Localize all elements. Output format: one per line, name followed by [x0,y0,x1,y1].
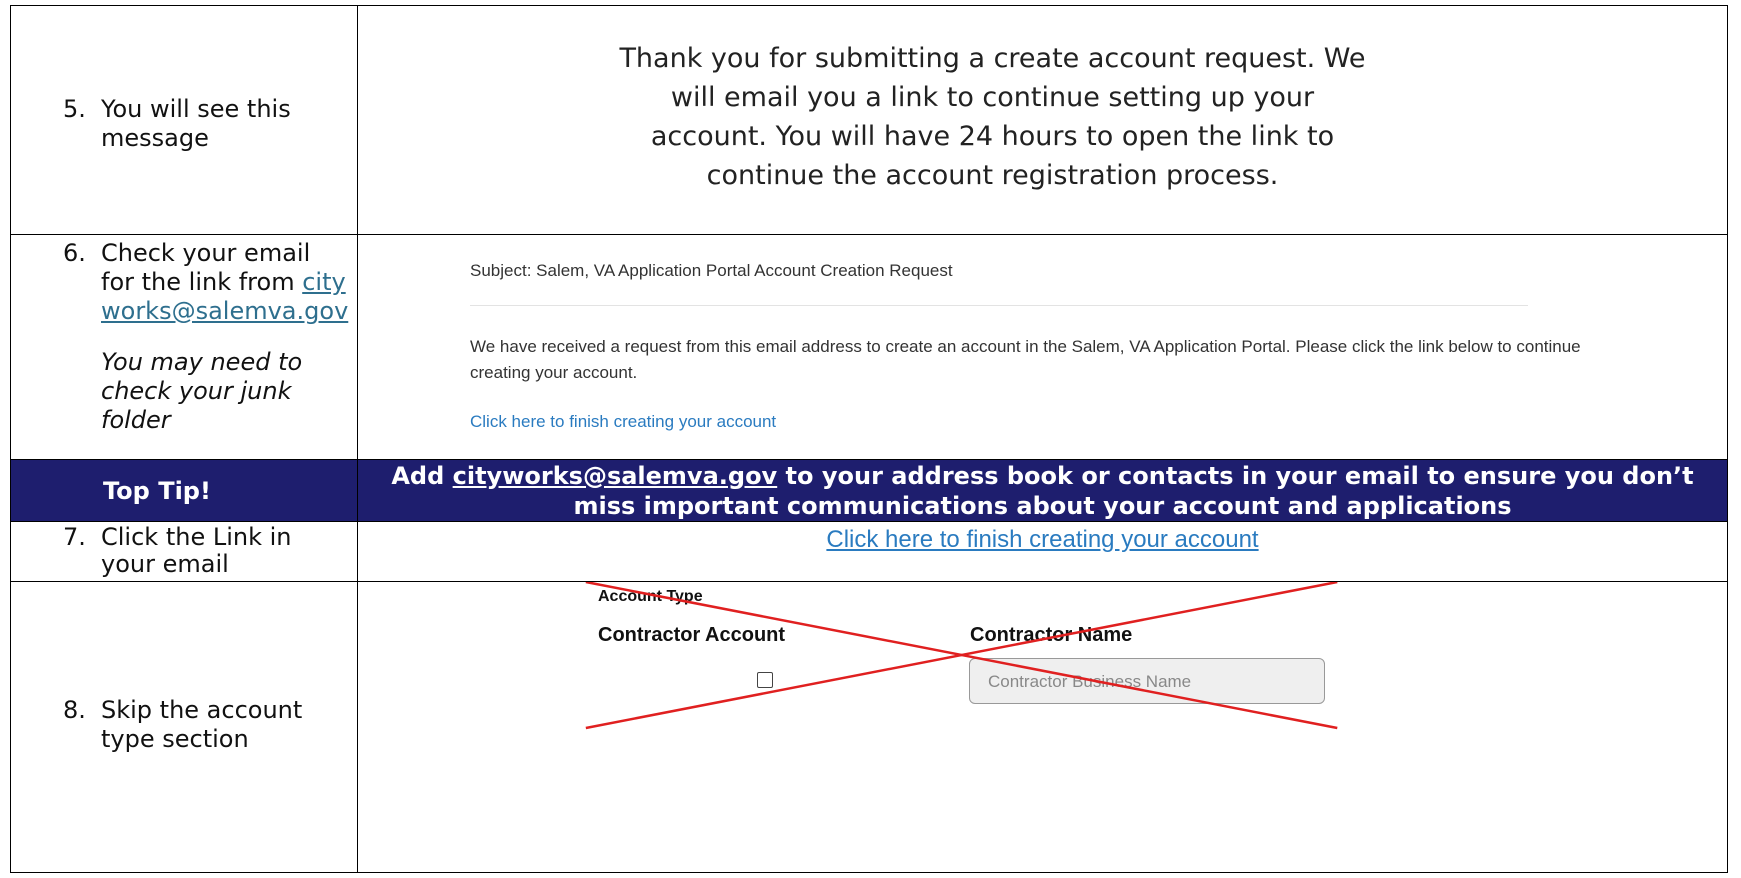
account-type-form: Account Type Contractor Account Contract… [359,582,1727,733]
contractor-account-label: Contractor Account [598,624,786,646]
step-text: Check your email for the link from cityw… [101,239,349,435]
instruction-table: 5. You will see this message Thank you f… [10,5,1728,873]
step-number: 8. [63,696,86,724]
contractor-account-checkbox[interactable] [757,672,773,688]
step-text: Click the Link in your email [101,523,292,578]
step-number: 5. [63,95,86,123]
top-tip-row: Top Tip! Add cityworks@salemva.gov to yo… [10,459,1728,522]
junk-folder-note: You may need to check your junk folder [101,348,303,434]
step-7-row: 7. Click the Link in your email Click he… [10,521,1728,582]
confirmation-message-cell: Thank you for submitting a create accoun… [357,5,1728,235]
tip-email-link[interactable]: cityworks@salemva.gov [453,462,778,490]
confirmation-message: Thank you for submitting a create accoun… [619,43,1366,191]
big-link-cell: Click here to finish creating your accou… [357,521,1728,582]
step-6-row: 6. Check your email for the link from ci… [10,234,1728,460]
step-5-row: 5. You will see this message Thank you f… [10,5,1728,235]
tip-text-lead: Add [391,461,453,490]
step-8-row: 8. Skip the account type section Account… [10,581,1728,873]
contractor-name-input[interactable]: Contractor Business Name [969,658,1325,704]
step-number: 7. [63,523,86,551]
step-text: You will see this message [101,95,291,152]
top-tip-text: Add cityworks@salemva.gov to your addres… [357,459,1728,522]
step-5-cell: 5. You will see this message [10,5,358,235]
step-text: Skip the account type section [101,696,303,753]
finish-account-link[interactable]: Click here to finish creating your accou… [470,412,1607,432]
account-type-cell: Account Type Contractor Account Contract… [357,581,1728,873]
step-8-cell: 8. Skip the account type section [10,581,358,873]
email-body: We have received a request from this ema… [470,337,1581,382]
top-tip-label: Top Tip! [10,459,358,522]
account-type-heading: Account Type [598,588,703,605]
step-text-lead: Check your email for the link from [101,239,311,296]
email-divider [470,305,1528,306]
cross-out-icon [585,582,1338,730]
finish-account-link-large[interactable]: Click here to finish creating your accou… [359,526,1727,554]
step-7-cell: 7. Click the Link in your email [10,521,358,582]
email-subject: Subject: Salem, VA Application Portal Ac… [470,261,953,280]
email-preview-cell: Subject: Salem, VA Application Portal Ac… [357,234,1728,460]
contractor-name-label: Contractor Name [970,624,1133,646]
step-number: 6. [63,239,86,267]
email-preview: Subject: Salem, VA Application Portal Ac… [359,236,1727,433]
step-6-cell: 6. Check your email for the link from ci… [10,234,358,460]
